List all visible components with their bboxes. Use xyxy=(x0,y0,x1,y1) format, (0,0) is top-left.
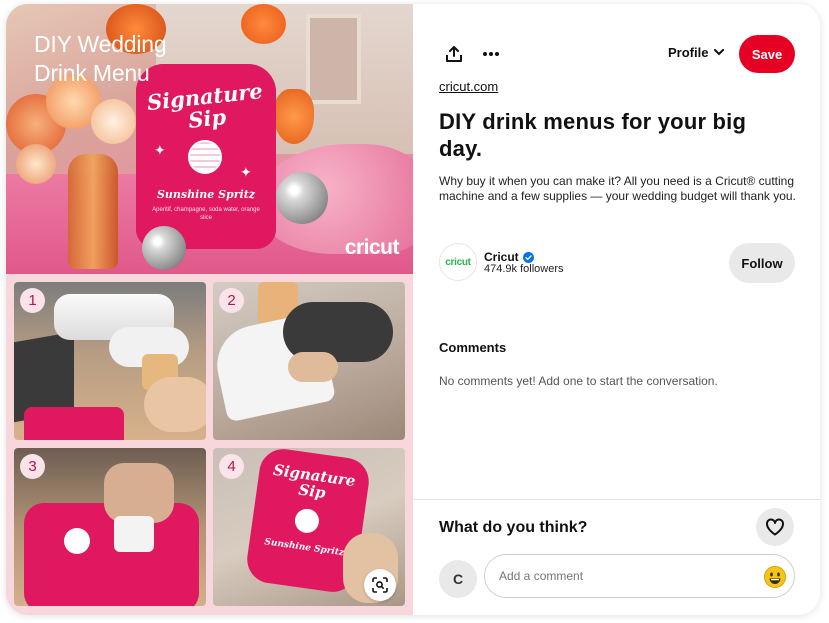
comments-empty-text: No comments yet! Add one to start the co… xyxy=(439,374,718,388)
ellipsis-icon xyxy=(483,52,499,56)
vase xyxy=(68,154,118,269)
lens-icon xyxy=(372,577,388,593)
heart-icon xyxy=(766,518,784,536)
more-options-button[interactable] xyxy=(476,39,506,69)
comment-prompt: What do you think? xyxy=(439,519,588,536)
profile-label: Profile xyxy=(668,45,709,60)
react-button[interactable] xyxy=(756,508,794,546)
pin-image[interactable]: Signature Sip ✦ ✦ Sunshine Spritz Aperiti… xyxy=(6,4,413,615)
smiley-emoji-icon xyxy=(764,566,786,588)
step-1-photo: 1 xyxy=(14,282,206,440)
hand xyxy=(144,377,206,432)
hero-photo: Signature Sip ✦ ✦ Sunshine Spritz Aperiti… xyxy=(6,4,413,274)
disco-ball xyxy=(276,172,328,224)
sparkle-icon: ✦ xyxy=(154,142,166,158)
divider xyxy=(413,499,820,500)
hand xyxy=(288,352,338,382)
verified-badge-icon xyxy=(522,251,534,263)
step-3-photo: 3 xyxy=(14,448,206,606)
image-title: DIY Wedding Drink Menu xyxy=(34,31,167,86)
step-2-photo: 2 xyxy=(213,282,405,440)
pin-title: DIY drink menus for your big day. xyxy=(439,109,747,161)
creator-name[interactable]: Cricut xyxy=(484,250,534,264)
disco-ball-graphic xyxy=(188,140,222,174)
save-button[interactable]: Save xyxy=(739,35,795,73)
comments-heading: Comments xyxy=(439,340,507,355)
pin-details-panel: Profile Save cricut.com DIY drink menus … xyxy=(413,4,820,615)
follower-count: 474.9k followers xyxy=(484,263,564,275)
share-button[interactable] xyxy=(439,39,469,69)
visual-search-button[interactable] xyxy=(364,569,396,601)
emoji-button[interactable] xyxy=(764,566,786,588)
source-link[interactable]: cricut.com xyxy=(439,79,498,94)
signature-sip-sign: Signature Sip ✦ ✦ Sunshine Spritz Aperiti… xyxy=(136,64,276,249)
scraper-tool xyxy=(114,516,154,552)
pin-description: Why buy it when you can make it? All you… xyxy=(439,174,796,203)
disco-ball xyxy=(142,226,186,270)
comment-input[interactable] xyxy=(484,554,795,598)
profile-dropdown[interactable]: Profile xyxy=(668,45,725,60)
follow-button[interactable]: Follow xyxy=(729,243,795,283)
chevron-down-icon xyxy=(714,49,725,56)
share-icon xyxy=(446,46,462,62)
sparkle-icon: ✦ xyxy=(240,164,252,180)
cricut-watermark: cricut xyxy=(344,236,400,259)
user-avatar[interactable]: C xyxy=(439,560,477,598)
pin-card: Signature Sip ✦ ✦ Sunshine Spritz Aperiti… xyxy=(6,4,820,615)
creator-avatar[interactable]: cricut xyxy=(439,243,477,281)
hand xyxy=(104,463,174,523)
